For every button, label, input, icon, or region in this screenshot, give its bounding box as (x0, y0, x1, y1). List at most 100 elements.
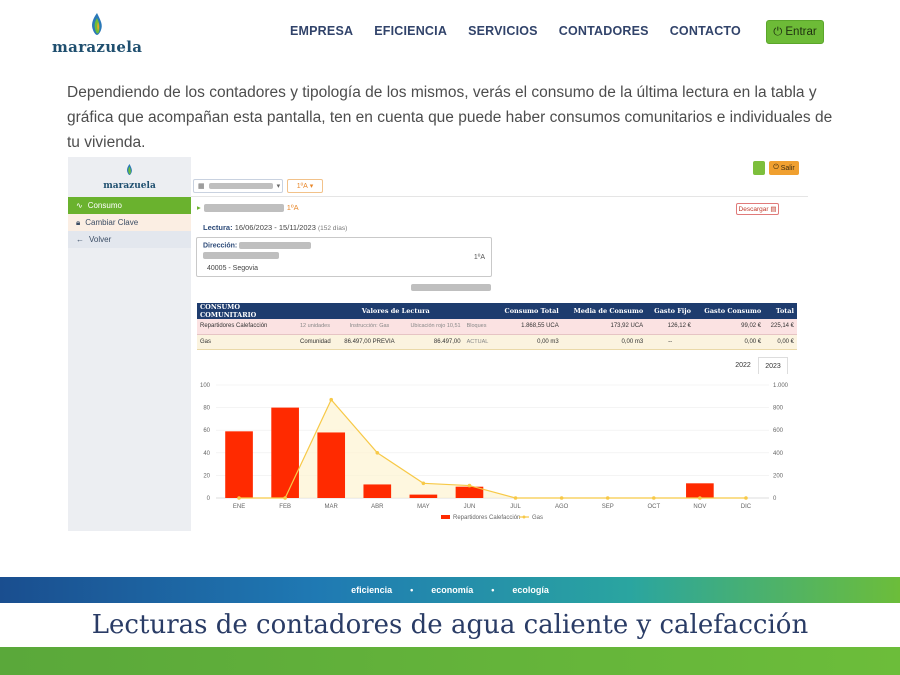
consumption-chart: 0 20 40 60 80 100 0 200 400 600 800 1.000 ENE FEB MAR A… (200, 383, 789, 521)
status-button[interactable] (753, 161, 765, 175)
lock-icon: 🔒︎ (76, 217, 81, 227)
green-band (0, 647, 900, 675)
lectura-range: 16/06/2023 - 15/11/2023 (234, 223, 316, 232)
bar-repartidores (409, 494, 438, 498)
nav-empresa[interactable]: EMPRESA (290, 24, 353, 38)
row-total: 225,14 € (764, 319, 797, 335)
site-logo[interactable]: marazuela (52, 12, 142, 56)
lectura-label: Lectura: (203, 223, 233, 232)
gas-point (651, 496, 656, 500)
y-left-tick-label: 0 (207, 496, 211, 502)
reading-a-unit: PREVIA (372, 338, 395, 345)
flame-logo-icon (92, 13, 102, 35)
page: marazuela EMPRESA EFICIENCIA SERVICIOS C… (0, 0, 900, 675)
consumo-total-value: 1.868,55 (521, 323, 545, 330)
year-tabs: 2022 2023 (728, 357, 788, 374)
user-row: ▸ 1ºA (197, 203, 299, 212)
y-right-tick-label: 400 (773, 451, 784, 457)
caret-right-icon: ▸ (197, 203, 201, 212)
sidebar-item-volver[interactable]: ← Volver (68, 231, 191, 248)
download-button[interactable]: Descargar ▤ (736, 203, 779, 215)
logout-label: Salir (780, 164, 795, 172)
nav-eficiencia[interactable]: EFICIENCIA (374, 24, 447, 38)
app-logo[interactable]: marazuela (68, 157, 191, 197)
reading-b: 86.497,00 (400, 334, 464, 350)
site-header: marazuela EMPRESA EFICIENCIA SERVICIOS C… (0, 0, 900, 70)
file-icon: ▤ (770, 206, 777, 213)
x-tick-label: AGO (555, 504, 569, 510)
table-header: Total (764, 303, 797, 319)
legend-label-gas: Gas (532, 515, 543, 521)
x-tick-label: ABR (371, 504, 384, 510)
app-screenshot: marazuela ∿ Consumo 🔒︎ Cambiar Clave ← V… (68, 157, 808, 531)
sidebar-item-cambiar-clave[interactable]: 🔒︎ Cambiar Clave (68, 214, 191, 231)
nav-contacto[interactable]: CONTACTO (670, 24, 741, 38)
legend-swatch-gas-dot (522, 515, 526, 519)
legend-label-repartidores: Repartidores Calefacción (453, 515, 520, 521)
gas-point (467, 483, 472, 488)
download-label: Descargar (738, 205, 769, 213)
nav-servicios[interactable]: SERVICIOS (468, 24, 538, 38)
floor-select-value: 1ºA (296, 182, 308, 190)
y-right-tick-label: 0 (773, 496, 777, 502)
power-icon: ⏻ (773, 164, 779, 171)
tab-2022[interactable]: 2022 (728, 357, 758, 374)
intro-paragraph: Dependiendo de los contadores y tipologí… (67, 84, 833, 151)
redacted-text (203, 203, 284, 212)
y-right-tick-label: 800 (773, 406, 784, 412)
x-tick-label: ENE (233, 504, 245, 510)
building-select[interactable]: ▦ ▾ (193, 179, 283, 193)
pulse-icon: ∿ (76, 201, 83, 210)
app-brand-name: marazuela (103, 181, 156, 191)
table-row: Gas Comunidad 86.497,00 PREVIA 86.497,00… (197, 334, 797, 350)
x-tick-label: SEP (602, 504, 614, 510)
tagline-stripe: eficiencia • economía • ecología (0, 577, 900, 603)
lectura-days: (152 días) (317, 225, 348, 232)
y-left-tick-label: 40 (203, 451, 210, 457)
flame-logo-icon (127, 164, 132, 175)
x-tick-label: MAR (325, 504, 339, 510)
chevron-down-icon: ▾ (276, 183, 281, 190)
reading-b: Ubicación rojo 10,51 (400, 319, 464, 335)
table-header: Consumo Total (494, 303, 562, 319)
gasto-fijo: 126,12 € (646, 319, 694, 335)
consumo-total: 1.868,55 UCA (494, 319, 562, 335)
gas-point (421, 481, 426, 486)
gas-point (605, 496, 610, 500)
sidebar-item-label: Consumo (87, 201, 122, 210)
redacted-text (239, 242, 312, 249)
brand-name: marazuela (52, 38, 143, 56)
redacted-text (208, 183, 273, 189)
login-button[interactable]: ⏻ Entrar (766, 20, 824, 44)
x-tick-label: NOV (693, 504, 706, 510)
app-main: ▦ ▾ 1ºA ▾ ⏻ Salir ▸ 1ºA Descargar ▤ Lect… (191, 157, 808, 531)
building-icon: ▦ (198, 183, 205, 190)
logout-button[interactable]: ⏻ Salir (769, 161, 799, 175)
media-value: 173,92 (610, 323, 629, 330)
floor-select[interactable]: 1ºA ▾ (287, 179, 323, 193)
nav-contadores[interactable]: CONTADORES (559, 24, 649, 38)
login-label: Entrar (785, 26, 817, 38)
address-city: 40005 - Segovia (207, 265, 258, 272)
reading-a-value: 86.497,00 (344, 338, 371, 345)
table-row: Repartidores Calefacción 12 unidades Ins… (197, 319, 797, 335)
row-name: Gas (197, 334, 297, 350)
tab-2023[interactable]: 2023 (758, 357, 788, 374)
x-tick-label: OCT (647, 504, 660, 510)
gas-point (744, 496, 748, 500)
media-unit: UCA (630, 323, 644, 330)
consumo-total-value: 0,00 (537, 338, 549, 345)
gasto-consumo: 99,02 € (693, 319, 765, 335)
legend-swatch-repartidores (441, 515, 450, 519)
sidebar-item-label: Cambiar Clave (85, 218, 139, 227)
y-left-tick-label: 20 (203, 473, 210, 479)
address-floor: 1ºA (473, 254, 485, 261)
power-icon: ⏻ (773, 25, 783, 38)
redacted-text (411, 284, 491, 291)
address-label: Dirección: (203, 242, 238, 250)
reading-a: Instrucción: Gas (337, 319, 401, 335)
title-band: Lecturas de contadores de agua caliente … (0, 603, 900, 647)
sidebar-item-consumo[interactable]: ∿ Consumo (68, 197, 191, 214)
x-tick-label: JUL (510, 504, 521, 510)
row-total: 0,00 € (764, 334, 797, 350)
